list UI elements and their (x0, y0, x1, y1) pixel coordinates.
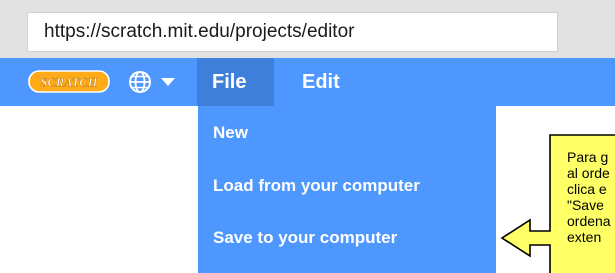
menu-item-save-to-computer[interactable]: Save to your computer (213, 228, 397, 248)
address-bar[interactable]: https://scratch.mit.edu/projects/editor (27, 12, 558, 52)
file-menu-button[interactable]: File (197, 58, 274, 106)
edit-menu-button[interactable]: Edit (288, 58, 354, 106)
callout-line: exten (567, 229, 602, 245)
file-dropdown-menu: New Load from your computer Save to your… (198, 106, 496, 273)
callout-line: ordena (567, 213, 611, 229)
logo-wordmark: SCRATCH (41, 76, 99, 90)
language-menu-button[interactable] (126, 66, 186, 98)
callout-line: "Save (567, 197, 604, 213)
callout-line: clica e (567, 181, 607, 197)
menu-item-load-from-computer[interactable]: Load from your computer (213, 176, 420, 196)
callout-line: Para g (567, 149, 609, 165)
caret-down-icon (161, 78, 175, 86)
callout-text: Para g al orde clica e "Save ordena exte… (567, 149, 615, 245)
globe-icon (129, 71, 175, 93)
menu-item-new[interactable]: New (213, 123, 248, 143)
scratch-menubar: SCRATCH File Edit (0, 58, 615, 106)
callout-line: al orde (567, 165, 610, 181)
scratch-logo[interactable]: SCRATCH (28, 70, 110, 93)
browser-toolbar: https://scratch.mit.edu/projects/editor (0, 0, 615, 58)
